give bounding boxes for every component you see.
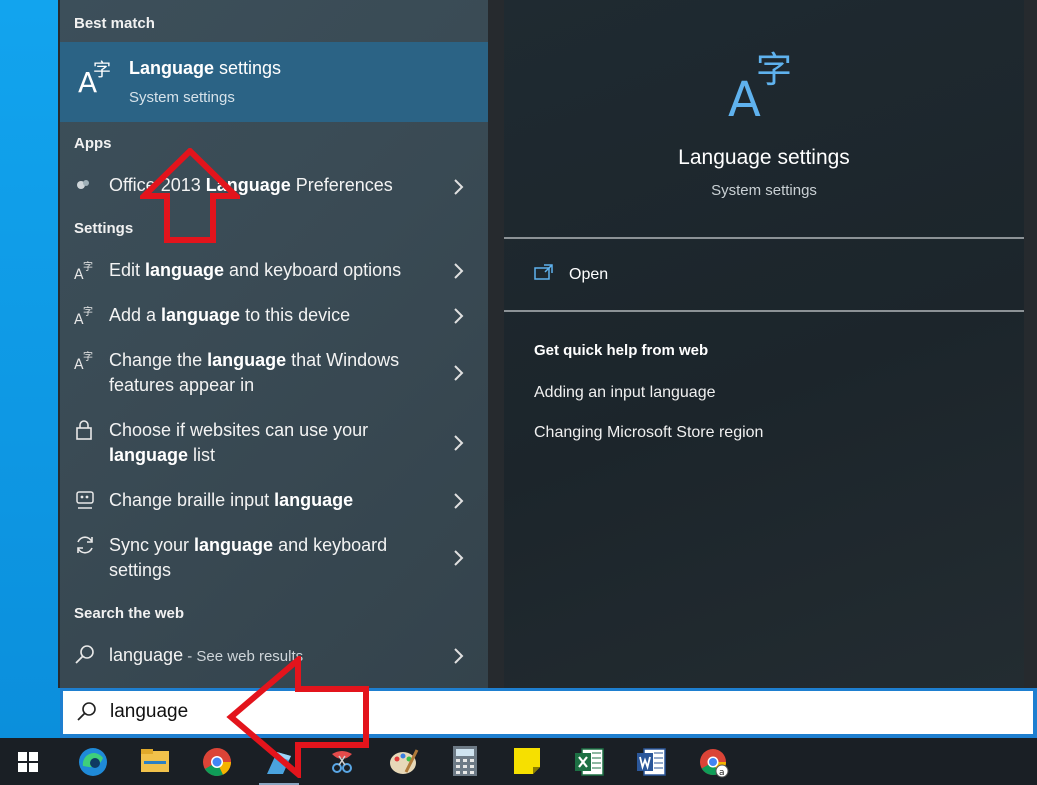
chrome-beta-button[interactable]: a [689, 738, 737, 785]
chevron-right-icon [454, 365, 464, 381]
settings-item-label: Change the language that Windows feature… [109, 350, 400, 395]
settings-item-sync-language[interactable]: Sync your language and keyboard settings [60, 533, 488, 585]
search-icon [74, 644, 98, 668]
settings-item-label: Sync your language and keyboard settings [109, 535, 388, 580]
start-button[interactable] [4, 738, 52, 785]
help-link-input-language[interactable]: Adding an input language [534, 384, 716, 402]
calculator-icon [453, 746, 477, 776]
language-large-icon: A 字 [728, 44, 808, 129]
preview-title: Language settings [678, 146, 850, 169]
settings-item-label: Change braille input language [109, 490, 354, 510]
search-input[interactable]: language [63, 691, 1033, 734]
settings-item-windows-display-language[interactable]: A字 Change the language that Windows feat… [60, 348, 488, 400]
braille-icon [74, 489, 98, 513]
best-match-subtitle: System settings [129, 89, 235, 106]
calculator-button[interactable] [441, 738, 489, 785]
settings-item-label: Choose if websites can use your language… [109, 420, 369, 465]
section-best-match: Best match [74, 15, 155, 32]
settings-item-label: Edit language and keyboard options [109, 260, 402, 280]
section-search-the-web: Search the web [74, 605, 185, 622]
search-box: language [60, 688, 1037, 738]
annotation-arrow-up [140, 148, 240, 243]
settings-item-label: Add a language to this device [109, 305, 351, 325]
sticky-notes-button[interactable] [503, 738, 551, 785]
svg-text:字: 字 [83, 350, 93, 363]
chevron-right-icon [454, 550, 464, 566]
search-icon [76, 701, 98, 728]
paint-button[interactable] [380, 738, 428, 785]
settings-item-edit-language[interactable]: A字 Edit language and keyboard options [60, 258, 488, 286]
best-match-title: Language settings [129, 58, 282, 78]
file-explorer-icon [141, 749, 169, 772]
settings-item-add-language[interactable]: A字 Add a language to this device [60, 303, 488, 331]
word-icon [637, 748, 666, 776]
section-settings: Settings [74, 220, 134, 237]
lock-icon [74, 419, 98, 443]
chevron-right-icon [454, 493, 464, 509]
sticky-notes-icon [514, 748, 540, 774]
preview-subtitle: System settings [711, 182, 817, 199]
chevron-right-icon [454, 179, 464, 195]
best-match-language-settings[interactable]: A 字 [60, 42, 488, 122]
divider [504, 310, 1024, 312]
search-input-value: language [110, 701, 189, 722]
language-icon: A 字 [76, 56, 116, 101]
svg-text:字: 字 [83, 305, 93, 318]
chevron-right-icon [454, 308, 464, 324]
help-link-store-region[interactable]: Changing Microsoft Store region [534, 424, 763, 442]
language-icon: A字 [74, 259, 98, 283]
windows-logo-icon [18, 752, 38, 772]
svg-text:a: a [719, 768, 725, 778]
file-explorer-button[interactable] [131, 738, 179, 785]
open-icon [534, 263, 554, 286]
help-section-title: Get quick help from web [534, 342, 709, 359]
language-icon: A字 [74, 349, 98, 373]
app-item-office-language-preferences[interactable]: Office 2013 Language Preferences [60, 172, 488, 202]
edge-icon [79, 748, 107, 776]
svg-text:字: 字 [83, 260, 93, 273]
taskbar: a [0, 738, 1037, 785]
chevron-right-icon [454, 435, 464, 451]
excel-button[interactable] [565, 738, 613, 785]
sync-icon [74, 534, 98, 558]
open-action[interactable]: Open [504, 250, 1024, 300]
edge-button[interactable] [69, 738, 117, 785]
settings-item-braille-language[interactable]: Change braille input language [60, 488, 488, 516]
results-list: Best match A 字 Language settings System … [60, 0, 488, 688]
section-apps: Apps [74, 135, 112, 152]
svg-text:字: 字 [93, 60, 111, 81]
divider [504, 237, 1024, 239]
open-label: Open [569, 266, 609, 283]
annotation-arrow-left [226, 656, 369, 778]
svg-text:字: 字 [756, 50, 792, 91]
settings-item-websites-language-list[interactable]: Choose if websites can use your language… [60, 418, 488, 470]
chevron-right-icon [454, 263, 464, 279]
paint-icon [390, 749, 419, 774]
office-language-icon [74, 176, 98, 200]
chrome-beta-icon: a [700, 749, 729, 778]
excel-icon [575, 748, 604, 776]
word-button[interactable] [627, 738, 675, 785]
preview-pane: A 字 Language settings System settings Op… [504, 0, 1024, 688]
chevron-right-icon [454, 648, 464, 664]
language-icon: A字 [74, 304, 98, 328]
